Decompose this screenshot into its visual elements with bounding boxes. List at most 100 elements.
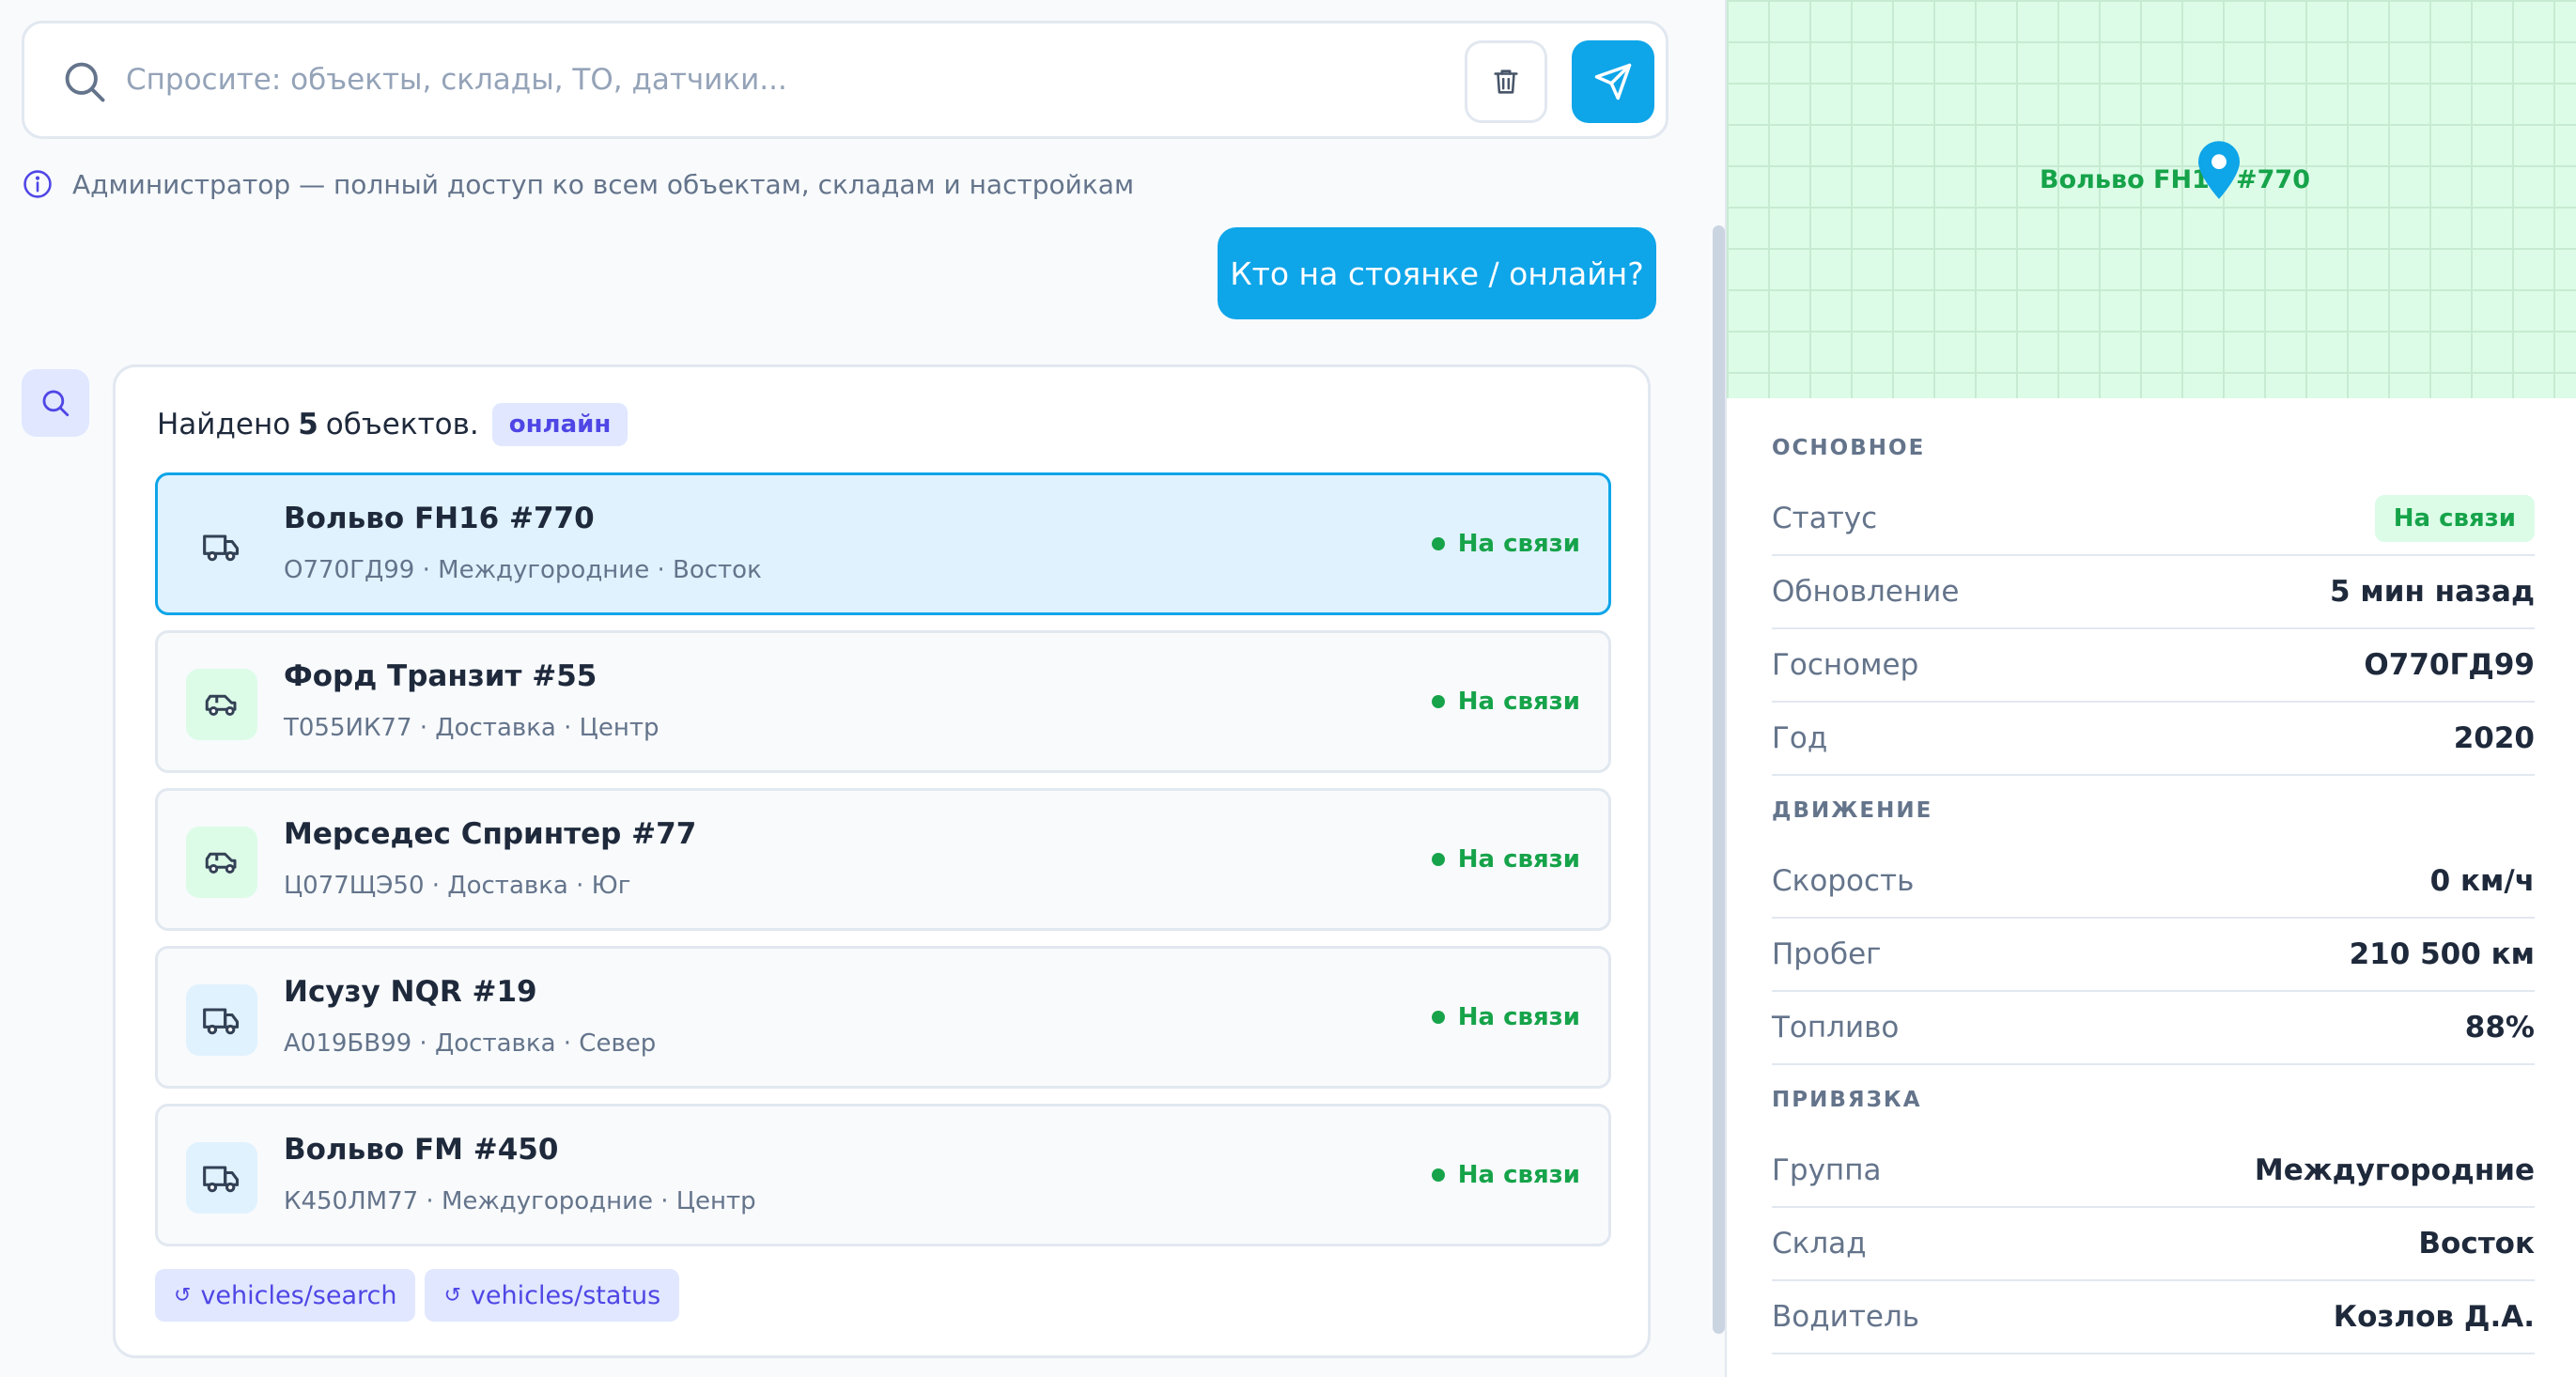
vehicle-item[interactable]: Исузу NQR #19 А019БВ99 · Доставка · Севе… bbox=[155, 946, 1611, 1089]
status-text: На связи bbox=[1457, 688, 1580, 716]
filter-badge: онлайн bbox=[491, 403, 628, 446]
detail-row-updated: Обновление 5 мин назад bbox=[1772, 556, 2535, 629]
detail-key: Год bbox=[1772, 721, 1828, 755]
status-dot bbox=[1431, 695, 1445, 708]
tool-chip-label: vehicles/search bbox=[200, 1280, 397, 1310]
status-badge: На связи bbox=[2374, 495, 2535, 542]
detail-value: 5 мин назад bbox=[2330, 575, 2535, 609]
vehicle-list: Вольво FH16 #770 О770ГД99 · Междугородни… bbox=[155, 472, 1611, 1261]
detail-value: 88% bbox=[2464, 1011, 2535, 1044]
detail-pane: Вольво FH16 #770 ОСНОВНОЕ Статус На связи… bbox=[1725, 0, 2576, 1377]
detail-key: Госномер bbox=[1772, 648, 1919, 682]
vehicle-name: Мерседес Спринтер #77 bbox=[284, 817, 697, 851]
detail-key: Пробег bbox=[1772, 937, 1882, 971]
status-badge: На связи bbox=[1431, 1003, 1580, 1031]
tool-chip-label: vehicles/status bbox=[470, 1280, 661, 1310]
vehicle-name: Вольво FM #450 bbox=[284, 1133, 559, 1167]
detail-row-warehouse: Склад Восток bbox=[1772, 1208, 2535, 1281]
detail-row-speed: Скорость 0 км/ч bbox=[1772, 845, 2535, 919]
detail-value: Междугородние bbox=[2254, 1153, 2535, 1187]
detail-row-year: Год 2020 bbox=[1772, 703, 2535, 776]
detail-key: Скорость bbox=[1772, 864, 1915, 898]
vehicle-meta: О770ГД99 · Междугородние · Восток bbox=[284, 556, 762, 584]
truck-icon bbox=[186, 984, 257, 1056]
found-count: 5 bbox=[298, 408, 318, 441]
status-dot bbox=[1431, 1011, 1445, 1024]
status-text: На связи bbox=[1457, 1003, 1580, 1031]
vehicle-name: Вольво FH16 #770 bbox=[284, 502, 595, 535]
status-dot bbox=[1431, 1168, 1445, 1182]
role-info-text: Администратор — полный доступ ко всем об… bbox=[72, 168, 1135, 200]
vehicle-meta: Т055ИК77 · Доставка · Центр bbox=[284, 714, 660, 742]
detail-value: Козлов Д.А. bbox=[2333, 1300, 2535, 1334]
vehicle-meta: А019БВ99 · Доставка · Север bbox=[284, 1029, 657, 1058]
vehicle-details: ОСНОВНОЕ Статус На связи Обновление 5 мин … bbox=[1772, 413, 2535, 1354]
tool-chip[interactable]: ↺ vehicles/search bbox=[155, 1269, 416, 1322]
section-title-movement: ДВИЖЕНИЕ bbox=[1772, 798, 1933, 823]
search-icon bbox=[42, 390, 70, 417]
detail-row-fuel: Топливо 88% bbox=[1772, 992, 2535, 1065]
vehicle-name: Исузу NQR #19 bbox=[284, 975, 537, 1009]
search-icon bbox=[65, 62, 105, 102]
detail-value: 210 500 км bbox=[2349, 937, 2535, 971]
tool-chips: ↺ vehicles/search ↺ vehicles/status bbox=[155, 1269, 680, 1322]
detail-row-driver: Водитель Козлов Д.А. bbox=[1772, 1281, 2535, 1354]
section-title-binding: ПРИВЯЗКА bbox=[1772, 1088, 1922, 1112]
vehicle-name: Форд Транзит #55 bbox=[284, 659, 597, 693]
status-text: На связи bbox=[1457, 1161, 1580, 1189]
status-text: На связи bbox=[1457, 530, 1580, 558]
trash-icon bbox=[1494, 70, 1518, 94]
user-message: Кто на стоянке / онлайн? bbox=[1218, 227, 1656, 319]
detail-row-status: Статус На связи bbox=[1772, 483, 2535, 556]
send-button[interactable] bbox=[1572, 40, 1654, 123]
status-text: На связи bbox=[1457, 845, 1580, 874]
map[interactable]: Вольво FH16 #770 bbox=[1727, 0, 2576, 398]
detail-value: Восток bbox=[2418, 1227, 2535, 1261]
search-bar bbox=[22, 21, 1668, 139]
vehicle-item[interactable]: Вольво FH16 #770 О770ГД99 · Междугородни… bbox=[155, 472, 1611, 615]
detail-value: 0 км/ч bbox=[2429, 864, 2535, 898]
vehicle-meta: Ц077ЩЭ50 · Доставка · Юг bbox=[284, 872, 631, 900]
detail-value: 2020 bbox=[2453, 721, 2535, 755]
found-suffix: объектов. bbox=[325, 408, 479, 441]
detail-key: Группа bbox=[1772, 1153, 1882, 1187]
chat-scrollbar[interactable] bbox=[1713, 225, 1725, 1334]
detail-key: Статус bbox=[1772, 502, 1878, 535]
found-summary: Найдено 5 объектов. онлайн bbox=[157, 397, 628, 452]
bot-avatar bbox=[22, 369, 89, 437]
detail-key: Склад bbox=[1772, 1227, 1867, 1261]
role-info: Администратор — полный доступ ко всем об… bbox=[22, 165, 1134, 203]
status-badge: На связи bbox=[1431, 688, 1580, 716]
detail-row-mileage: Пробег 210 500 км bbox=[1772, 919, 2535, 992]
send-icon bbox=[1594, 63, 1632, 101]
refresh-icon: ↺ bbox=[443, 1283, 461, 1307]
detail-key: Обновление bbox=[1772, 575, 1960, 609]
vehicle-meta: К450ЛМ77 · Междугородние · Центр bbox=[284, 1187, 756, 1215]
found-prefix: Найдено bbox=[157, 408, 291, 441]
status-badge: На связи bbox=[1431, 1161, 1580, 1189]
info-icon bbox=[23, 170, 52, 198]
answer-card: Найдено 5 объектов. онлайн Вольво FH16 #… bbox=[113, 364, 1651, 1358]
vehicle-item[interactable]: Вольво FM #450 К450ЛМ77 · Междугородние … bbox=[155, 1104, 1611, 1246]
status-dot bbox=[1431, 853, 1445, 866]
search-input[interactable] bbox=[126, 46, 1441, 114]
map-marker-label: Вольво FH16 #770 bbox=[2040, 165, 2311, 194]
truck-icon bbox=[186, 511, 257, 582]
section-title-main: ОСНОВНОЕ bbox=[1772, 436, 1926, 460]
map-pin-icon[interactable] bbox=[2194, 139, 2244, 201]
detail-value: О770ГД99 bbox=[2364, 648, 2535, 682]
vehicle-item[interactable]: Мерседес Спринтер #77 Ц077ЩЭ50 · Доставк… bbox=[155, 788, 1611, 931]
status-badge: На связи bbox=[1431, 845, 1580, 874]
status-dot bbox=[1431, 537, 1445, 550]
status-badge: На связи bbox=[1431, 530, 1580, 558]
clear-button[interactable] bbox=[1465, 40, 1547, 123]
van-icon bbox=[186, 669, 257, 740]
detail-row-plate: Госномер О770ГД99 bbox=[1772, 629, 2535, 703]
refresh-icon: ↺ bbox=[174, 1283, 192, 1307]
detail-row-group: Группа Междугородние bbox=[1772, 1135, 2535, 1208]
tool-chip[interactable]: ↺ vehicles/status bbox=[425, 1269, 680, 1322]
truck-icon bbox=[186, 1142, 257, 1214]
vehicle-item[interactable]: Форд Транзит #55 Т055ИК77 · Доставка · Ц… bbox=[155, 630, 1611, 773]
chat-pane: Администратор — полный доступ ко всем об… bbox=[0, 0, 1725, 1377]
van-icon bbox=[186, 827, 257, 898]
